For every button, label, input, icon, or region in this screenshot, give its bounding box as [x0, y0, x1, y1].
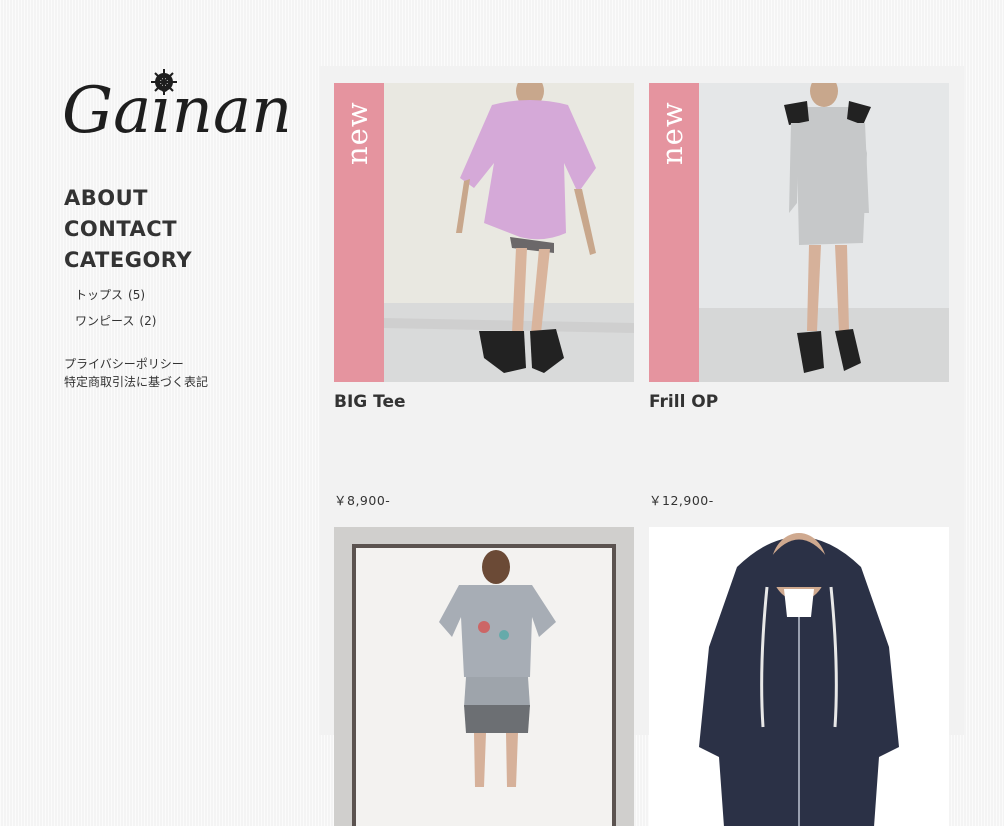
- product-image-4[interactable]: [649, 527, 949, 826]
- category-list: トップス (5) ワンピース (2): [64, 282, 192, 334]
- new-badge: new: [649, 83, 699, 382]
- product-grid: new BIG Tee ￥8,900- new Frill OP ￥12,900…: [319, 66, 964, 826]
- category-count: (5): [128, 288, 146, 302]
- nav-category-link[interactable]: CATEGORY: [64, 245, 192, 276]
- privacy-policy-link[interactable]: プライバシーポリシー: [64, 355, 208, 373]
- gainan-logo[interactable]: Gainan: [62, 60, 287, 140]
- legal-notice-link[interactable]: 特定商取引法に基づく表記: [64, 373, 208, 391]
- logo-wordmark: Gainan: [62, 74, 287, 140]
- category-item-tops[interactable]: トップス (5): [75, 282, 192, 308]
- nav-contact-link[interactable]: CONTACT: [64, 214, 192, 245]
- category-count: (2): [139, 314, 157, 328]
- category-label: トップス: [75, 288, 124, 302]
- new-badge: new: [334, 83, 384, 382]
- nav-about-link[interactable]: ABOUT: [64, 183, 192, 214]
- product-photo: [334, 527, 634, 826]
- product-price: ￥8,900-: [334, 493, 391, 508]
- product-name[interactable]: Frill OP: [649, 392, 718, 412]
- category-label: ワンピース: [75, 314, 135, 328]
- product-price: ￥12,900-: [649, 493, 714, 508]
- category-item-onepiece[interactable]: ワンピース (2): [75, 308, 192, 334]
- product-photo: [649, 527, 949, 826]
- sidebar-nav: ABOUT CONTACT CATEGORY トップス (5) ワンピース (2): [64, 183, 192, 334]
- product-name[interactable]: BIG Tee: [334, 392, 406, 412]
- product-image-frill-op[interactable]: new: [649, 83, 949, 382]
- product-image-3[interactable]: [334, 527, 634, 826]
- policy-links: プライバシーポリシー 特定商取引法に基づく表記: [64, 355, 208, 391]
- product-image-big-tee[interactable]: new: [334, 83, 634, 382]
